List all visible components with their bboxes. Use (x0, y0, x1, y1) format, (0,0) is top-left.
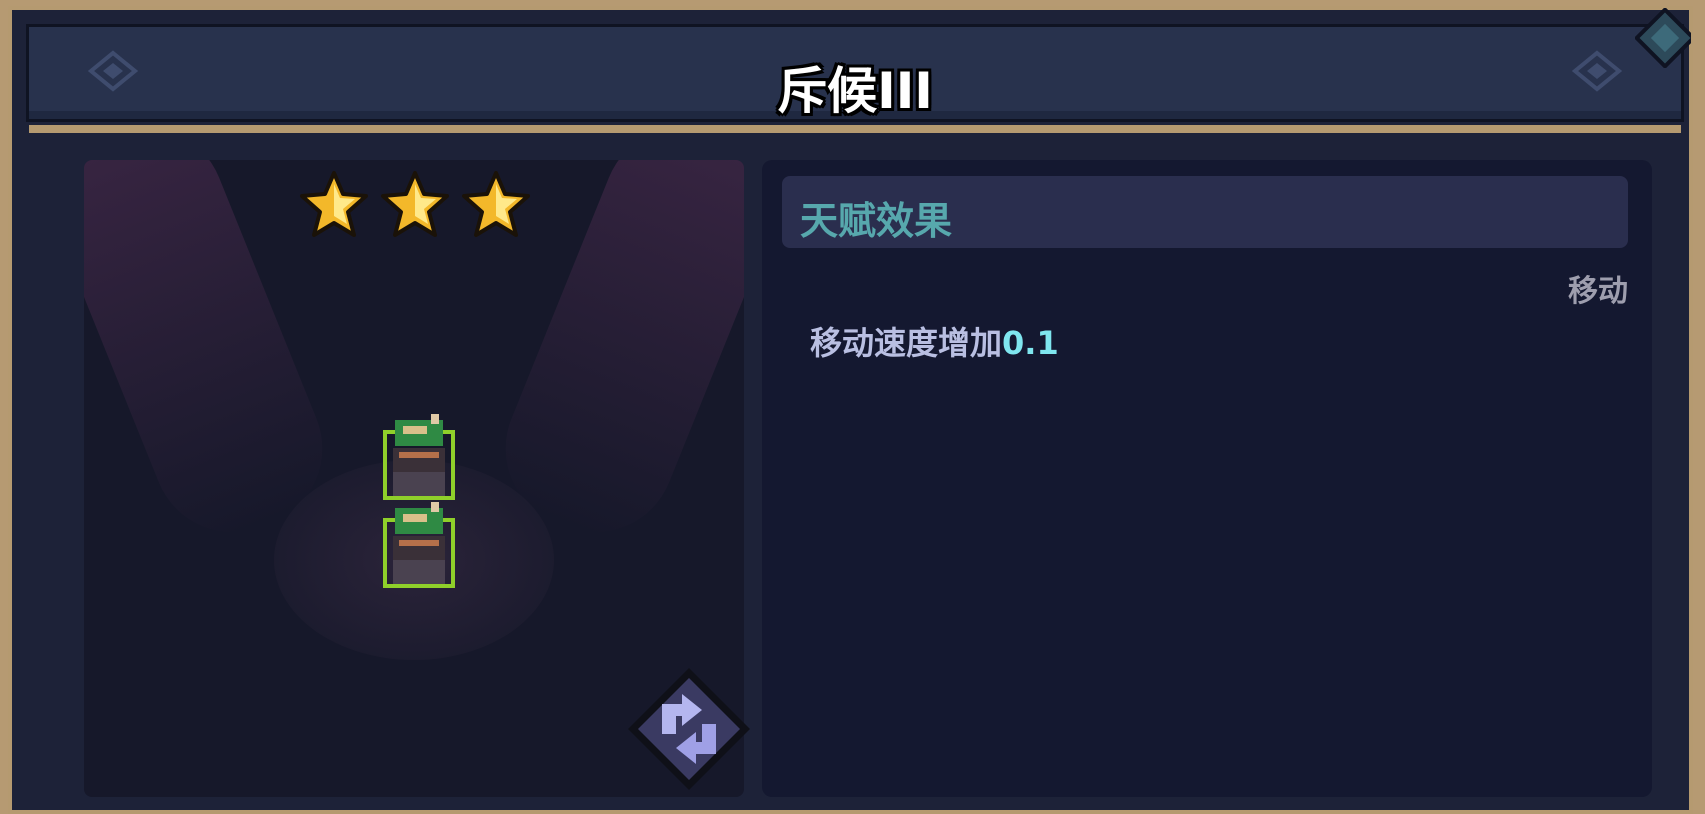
dialog-frame: 斥候III 天赋效果 移动 移动速度增加0.1 (8, 6, 1693, 814)
effect-value: 0.1 (1002, 324, 1059, 362)
star-rating (299, 170, 531, 238)
section-header: 天赋效果 (782, 176, 1628, 248)
star-icon (300, 171, 368, 237)
scout-unit-sprite (383, 414, 455, 500)
section-title: 天赋效果 (800, 199, 953, 243)
scout-unit-sprite (383, 502, 455, 588)
star-icon (462, 171, 530, 237)
talent-info-panel: 天赋效果 移动 移动速度增加0.1 (762, 160, 1652, 797)
title-bar: 斥候III (26, 24, 1684, 133)
talent-tag: 移动 (1568, 274, 1628, 309)
star-icon (381, 171, 449, 237)
effect-text: 移动速度增加 (810, 324, 1003, 362)
corner-gem-icon (1635, 8, 1691, 68)
page-title: 斥候III (777, 62, 933, 120)
title-trim (29, 125, 1681, 133)
talent-effect: 移动速度增加0.1 (810, 318, 1059, 364)
swap-button[interactable] (624, 664, 754, 794)
